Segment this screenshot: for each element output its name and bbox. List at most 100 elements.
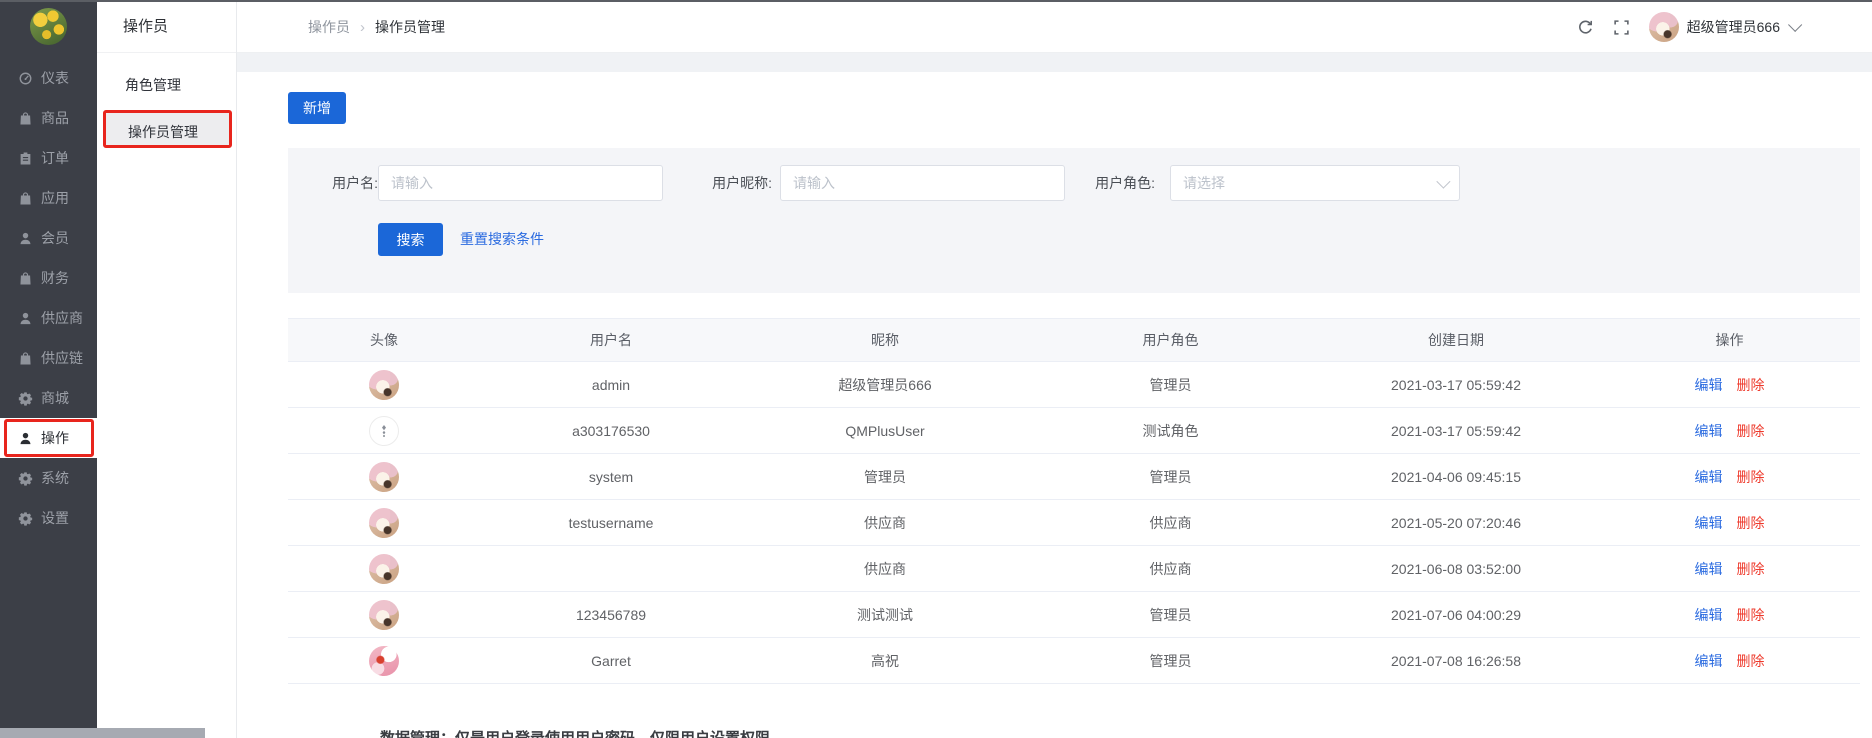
table-row: Garret高祝管理员2021-07-08 16:26:58编辑删除 — [288, 638, 1860, 684]
sidebar-item-system[interactable]: 系统 — [0, 458, 97, 498]
page-background-band — [236, 52, 1872, 72]
primary-sidebar: 仪表商品订单应用会员财务供应商供应链商城操作系统设置 — [0, 0, 97, 738]
sidebar-item-members[interactable]: 会员 — [0, 218, 97, 258]
sidebar-item-label: 供应链 — [41, 348, 83, 368]
sidebar-item-finance[interactable]: 财务 — [0, 258, 97, 298]
sidebar-item-label: 会员 — [41, 228, 69, 248]
sidebar-item-mall[interactable]: 商城 — [0, 378, 97, 418]
role-cell: 管理员 — [1028, 454, 1313, 500]
gear-icon — [18, 511, 33, 526]
actions-cell: 编辑删除 — [1599, 546, 1860, 592]
app-logo-avatar[interactable] — [30, 8, 67, 45]
edit-link[interactable]: 编辑 — [1695, 423, 1723, 439]
created-date-cell: 2021-04-06 09:45:15 — [1313, 454, 1599, 500]
dog-avatar — [369, 462, 399, 492]
horizontal-scrollbar-thumb[interactable] — [0, 728, 205, 738]
chevron-down-icon — [1436, 175, 1450, 189]
secondary-sidebar-title: 操作员 — [97, 2, 236, 53]
nickname-cell: 超级管理员666 — [742, 362, 1028, 408]
table-header-row: 头像用户名昵称用户角色创建日期操作 — [288, 319, 1860, 362]
edit-link[interactable]: 编辑 — [1695, 469, 1723, 485]
nickname-input[interactable] — [780, 165, 1065, 201]
actions-cell: 编辑删除 — [1599, 638, 1860, 684]
sidebar-item-dashboard[interactable]: 仪表 — [0, 58, 97, 98]
delete-link[interactable]: 删除 — [1737, 469, 1765, 485]
window-top-edge — [0, 0, 1872, 2]
sidebar-item-label: 供应商 — [41, 308, 83, 328]
avatar-cell — [288, 362, 480, 408]
sidebar-item-operator-management[interactable]: 操作员管理 — [103, 110, 232, 148]
avatar-cell — [288, 592, 480, 638]
created-date-cell: 2021-05-20 07:20:46 — [1313, 500, 1599, 546]
gear-icon — [18, 391, 33, 406]
pink-avatar — [369, 646, 399, 676]
bag-icon — [18, 191, 33, 206]
role-cell: 管理员 — [1028, 638, 1313, 684]
column-header: 昵称 — [742, 319, 1028, 362]
delete-link[interactable]: 删除 — [1737, 607, 1765, 623]
created-date-cell: 2021-07-06 04:00:29 — [1313, 592, 1599, 638]
dog-avatar — [369, 370, 399, 400]
user-menu[interactable]: 超级管理员666 — [1649, 12, 1798, 42]
sidebar-item-orders[interactable]: 订单 — [0, 138, 97, 178]
top-header-bar: 操作员 › 操作员管理 超级管理员666 — [236, 2, 1872, 53]
secondary-menu: 角色管理操作员管理 — [97, 53, 236, 148]
delete-link[interactable]: 删除 — [1737, 561, 1765, 577]
edit-link[interactable]: 编辑 — [1695, 515, 1723, 531]
column-header: 用户名 — [480, 319, 742, 362]
nickname-cell: 供应商 — [742, 546, 1028, 592]
username-cell: 123456789 — [480, 592, 742, 638]
table-tip-text: 数据管理：仅是用户登录使用用户密码，仅限用户设置权限 — [380, 727, 770, 738]
sidebar-item-settings[interactable]: 设置 — [0, 498, 97, 538]
sidebar-item-role-management[interactable]: 角色管理 — [97, 63, 236, 107]
edit-link[interactable]: 编辑 — [1695, 561, 1723, 577]
nickname-cell: 供应商 — [742, 500, 1028, 546]
bag-icon — [18, 271, 33, 286]
secondary-sidebar: 操作员 角色管理操作员管理 — [97, 2, 237, 738]
search-panel: 用户名: 用户昵称: 用户角色: 请选择 搜索 重置搜索条件 — [288, 148, 1860, 293]
column-header: 操作 — [1599, 319, 1860, 362]
fullscreen-icon[interactable] — [1613, 19, 1630, 36]
person-icon — [18, 431, 33, 446]
username-input[interactable] — [378, 165, 663, 201]
sidebar-item-label: 商城 — [41, 388, 69, 408]
edit-link[interactable]: 编辑 — [1695, 653, 1723, 669]
edit-link[interactable]: 编辑 — [1695, 607, 1723, 623]
avatar-cell — [288, 638, 480, 684]
actions-cell: 编辑删除 — [1599, 500, 1860, 546]
chevron-down-icon — [1788, 18, 1802, 32]
table-row: 123456789测试测试管理员2021-07-06 04:00:29编辑删除 — [288, 592, 1860, 638]
role-select[interactable]: 请选择 — [1170, 165, 1460, 201]
sidebar-item-goods[interactable]: 商品 — [0, 98, 97, 138]
search-button[interactable]: 搜索 — [378, 223, 443, 256]
delete-link[interactable]: 删除 — [1737, 423, 1765, 439]
sidebar-item-label: 仪表 — [41, 68, 69, 88]
delete-link[interactable]: 删除 — [1737, 515, 1765, 531]
delete-link[interactable]: 删除 — [1737, 377, 1765, 393]
nickname-cell: 高祝 — [742, 638, 1028, 684]
username-cell: admin — [480, 362, 742, 408]
users-table: 头像用户名昵称用户角色创建日期操作 admin超级管理员666管理员2021-0… — [288, 318, 1860, 684]
person-icon — [18, 311, 33, 326]
sidebar-item-supply-chain[interactable]: 供应链 — [0, 338, 97, 378]
role-cell: 管理员 — [1028, 362, 1313, 408]
breadcrumb-root[interactable]: 操作员 — [308, 17, 350, 37]
sidebar-item-operation[interactable]: 操作 — [0, 418, 97, 458]
bag-icon — [18, 351, 33, 366]
sidebar-item-supplier[interactable]: 供应商 — [0, 298, 97, 338]
add-button[interactable]: 新增 — [288, 92, 346, 124]
edit-link[interactable]: 编辑 — [1695, 377, 1723, 393]
refresh-icon[interactable] — [1577, 19, 1594, 36]
sidebar-item-apps[interactable]: 应用 — [0, 178, 97, 218]
username-cell: testusername — [480, 500, 742, 546]
delete-link[interactable]: 删除 — [1737, 653, 1765, 669]
clipboard-icon — [18, 151, 33, 166]
avatar-cell — [288, 408, 480, 454]
user-avatar — [1649, 12, 1679, 42]
role-cell: 测试角色 — [1028, 408, 1313, 454]
reset-search-link[interactable]: 重置搜索条件 — [460, 223, 544, 256]
role-cell: 供应商 — [1028, 546, 1313, 592]
avatar-cell — [288, 500, 480, 546]
actions-cell: 编辑删除 — [1599, 408, 1860, 454]
actions-cell: 编辑删除 — [1599, 454, 1860, 500]
